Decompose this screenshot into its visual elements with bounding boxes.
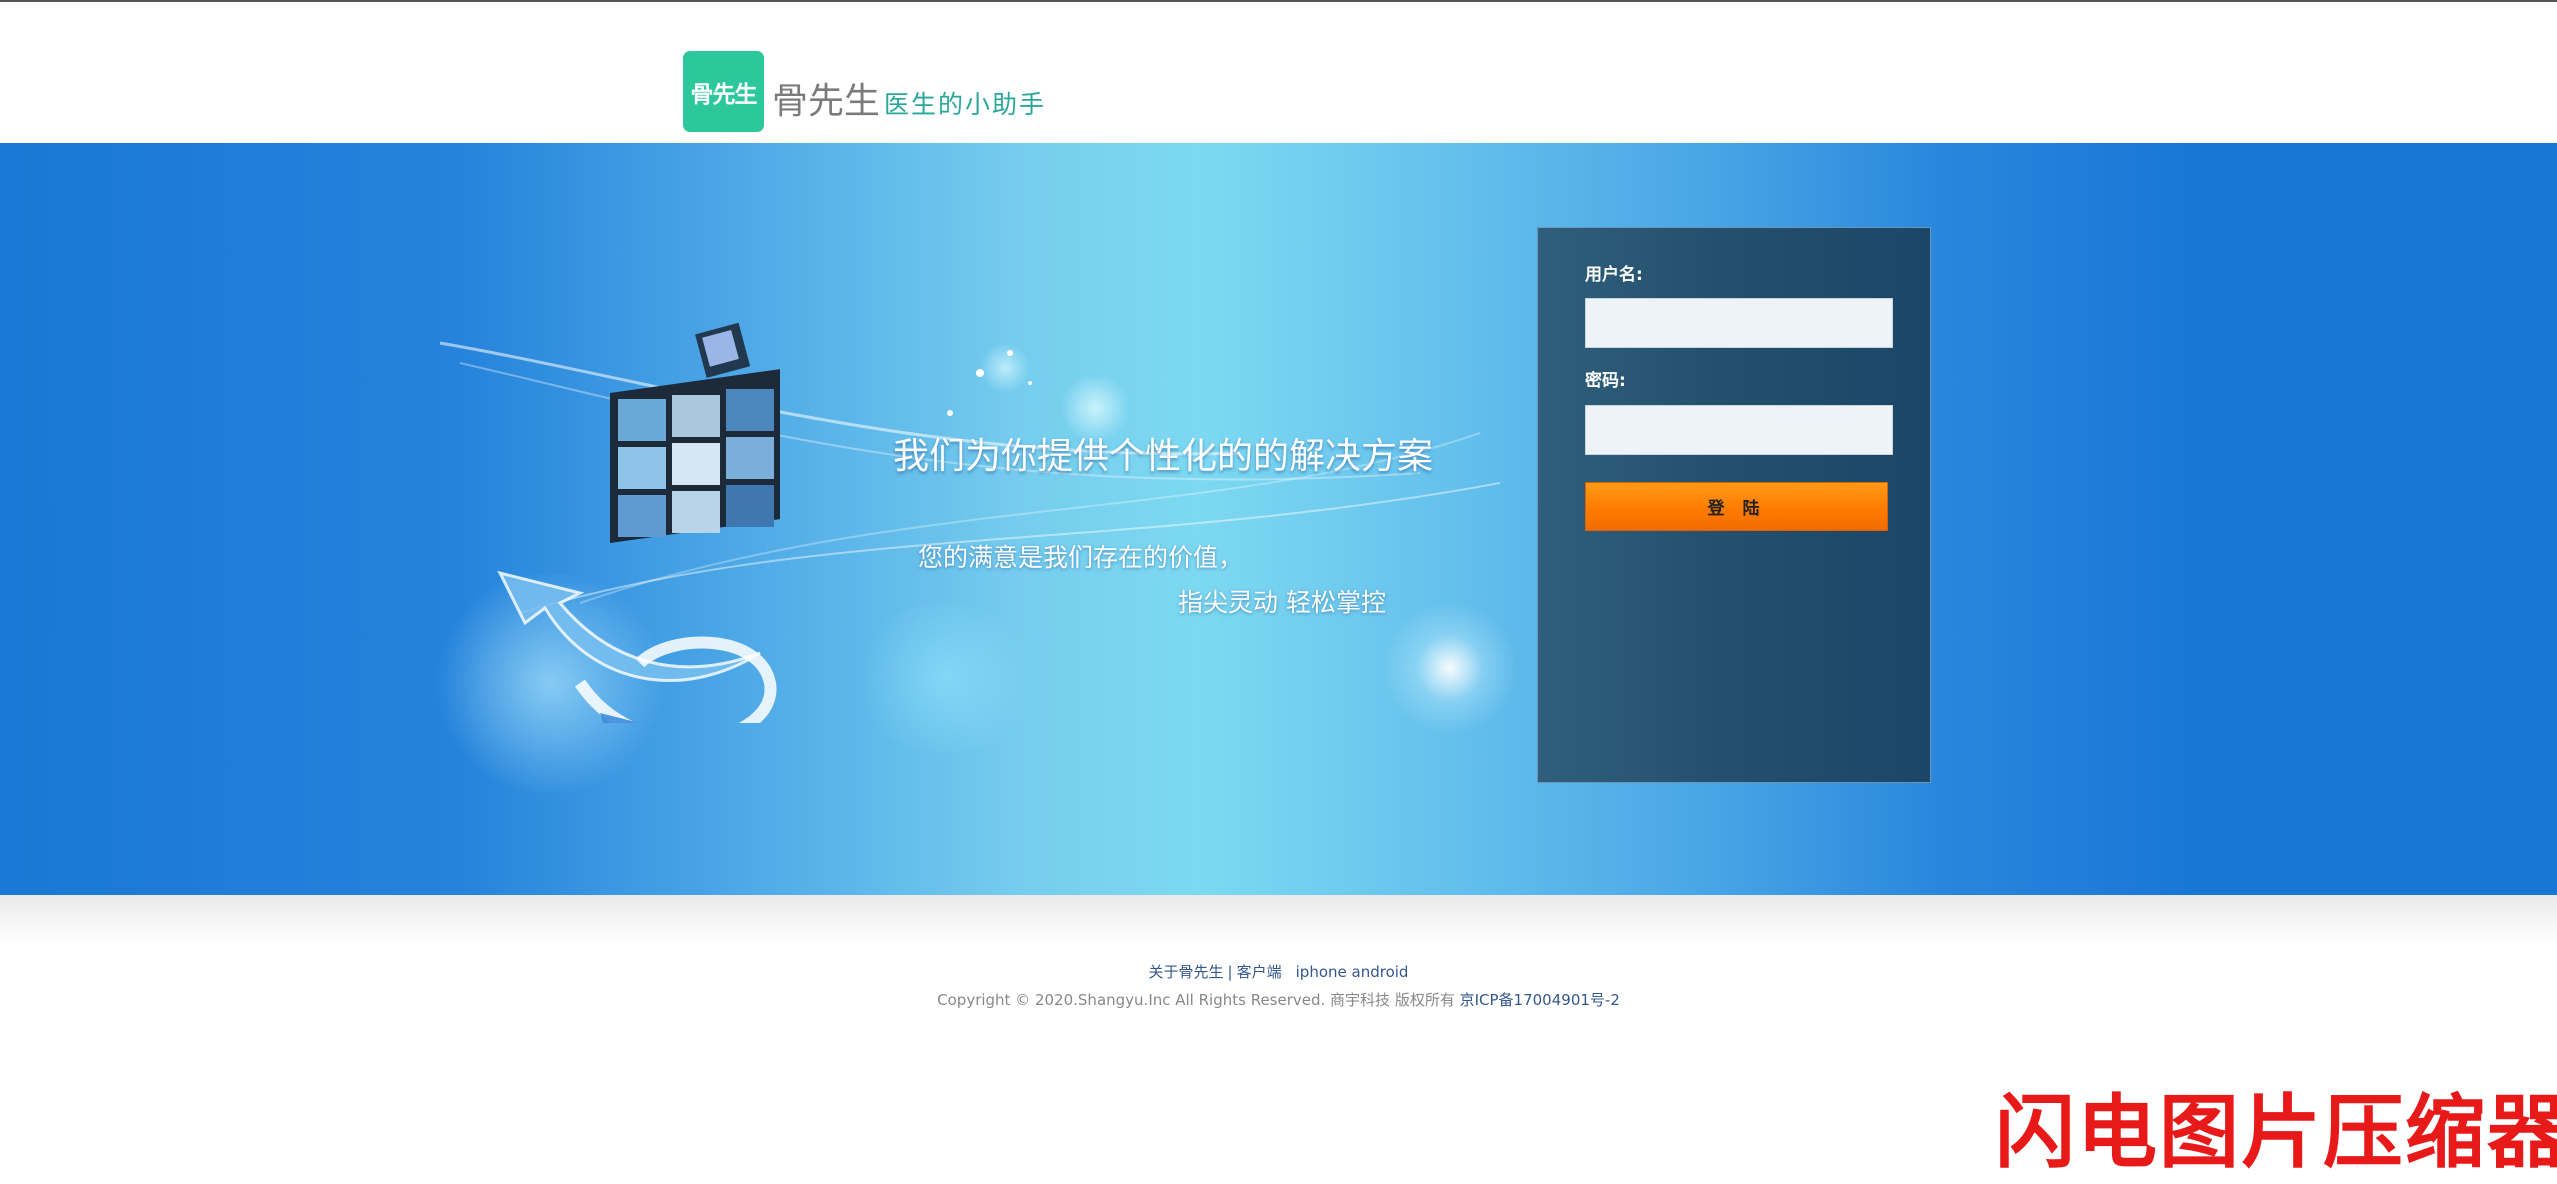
- logo-badge-text: 骨先生: [690, 81, 758, 108]
- banner-subline: 指尖灵动 轻松掌控: [1178, 588, 1386, 617]
- password-label: 密码:: [1585, 371, 1626, 391]
- hero-banner: 我们为你提供个性化的的解决方案 您的满意是我们存在的价值， 指尖灵动 轻松掌控 …: [0, 143, 2557, 895]
- watermark-text: 闪电图片压缩器: [1995, 1086, 2557, 1179]
- logo-name: 骨先生: [772, 81, 881, 122]
- logo-tagline: 医生的小助手: [884, 90, 1047, 119]
- password-input[interactable]: [1585, 405, 1893, 455]
- username-label: 用户名:: [1585, 265, 1643, 285]
- footer-links: 关于骨先生 | 客户端 iphone android: [0, 961, 2557, 982]
- android-link[interactable]: android: [1352, 963, 1409, 981]
- footer-copyright: Copyright © 2020.Shangyu.Inc All Rights …: [0, 989, 2557, 1010]
- cube-arrow-illustration: [439, 322, 1501, 723]
- footer-fade: [0, 895, 2557, 945]
- site-header: 骨先生 骨先生 医生的小助手: [0, 2, 2557, 143]
- icp-link[interactable]: 京ICP备17004901号-2: [1460, 991, 1620, 1009]
- about-link[interactable]: 关于骨先生: [1149, 963, 1224, 981]
- username-input[interactable]: [1585, 298, 1893, 348]
- login-panel: 用户名: 密码: 登 陆: [1537, 227, 1931, 783]
- copyright-text: Copyright © 2020.Shangyu.Inc All Rights …: [937, 991, 1455, 1009]
- banner-subline: 您的满意是我们存在的价值，: [918, 543, 1244, 572]
- login-button[interactable]: 登 陆: [1585, 482, 1888, 531]
- banner-headline: 我们为你提供个性化的的解决方案: [893, 436, 1434, 477]
- footer-divider: |: [1227, 963, 1233, 981]
- logo-badge[interactable]: 骨先生: [683, 51, 764, 132]
- client-link[interactable]: 客户端: [1237, 963, 1282, 981]
- iphone-link[interactable]: iphone: [1296, 963, 1347, 981]
